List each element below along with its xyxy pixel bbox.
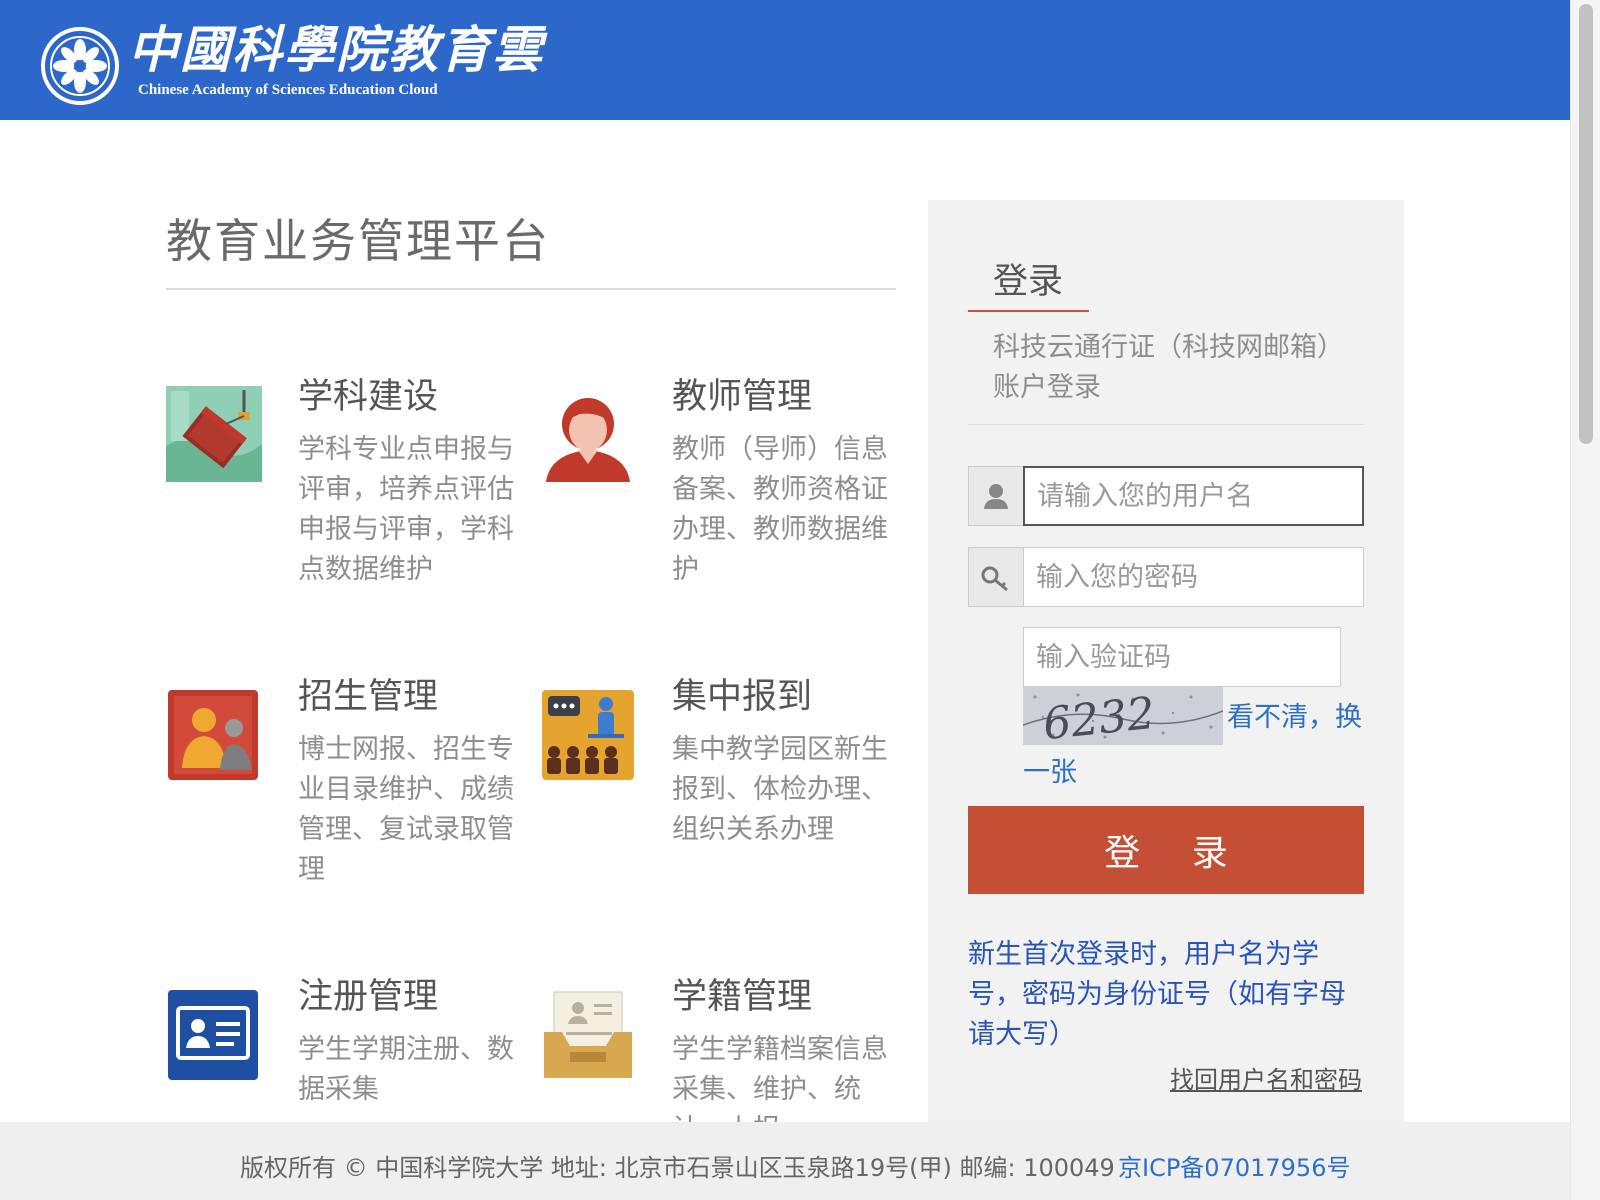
copyright-text: 版权所有 © 中国科学院大学 地址: 北京市石景山区玉泉路19号(甲) 邮编: … xyxy=(240,1154,1115,1182)
archive-tray-icon xyxy=(544,991,632,1078)
scrollbar-thumb[interactable] xyxy=(1579,4,1593,444)
login-title-underline xyxy=(968,310,1089,312)
module-title: 教师管理 xyxy=(672,377,813,417)
login-divider xyxy=(968,424,1364,425)
icp-link[interactable]: 京ICP备07017956号 xyxy=(1118,1148,1350,1183)
module-title: 集中报到 xyxy=(672,677,813,717)
classroom-icon xyxy=(542,690,634,780)
recover-credentials-link[interactable]: 找回用户名和密码 xyxy=(1170,1060,1362,1095)
logo-chinese-text: 中國科學院教育雲 xyxy=(128,20,544,79)
module-description: 学生学期注册、数据采集 xyxy=(298,1034,514,1105)
user-icon xyxy=(984,484,1008,509)
login-subtitle: 科技云通行证（科技网邮箱）账户登录 xyxy=(993,332,1331,403)
module-description: 学科专业点申报与评审，培养点评估申报与评审，学科点数据维护 xyxy=(298,434,514,585)
module-description: 集中教学园区新生报到、体检办理、组织关系办理 xyxy=(672,734,888,845)
module-description: 教师（导师）信息备案、教师资格证办理、教师数据维护 xyxy=(672,434,888,585)
first-login-notice: 新生首次登录时，用户名为学号，密码为身份证号（如有字母请大写） xyxy=(968,939,1346,1050)
username-input[interactable] xyxy=(1023,466,1364,526)
logo-english-text: Chinese Academy of Sciences Education Cl… xyxy=(138,82,438,98)
username-icon-box xyxy=(968,466,1023,526)
refresh-captcha-link-continued[interactable]: 一张 xyxy=(1023,750,1077,789)
module-description: 博士网报、招生专业目录维护、成绩管理、复试录取管理 xyxy=(298,734,514,885)
login-button[interactable]: 登 录 xyxy=(968,806,1364,894)
password-icon-box xyxy=(968,547,1023,607)
password-input[interactable] xyxy=(1023,547,1364,607)
module-title: 学科建设 xyxy=(298,377,439,417)
id-card-icon xyxy=(168,990,258,1080)
refresh-captcha-link[interactable]: 看不清，换 xyxy=(1227,695,1362,734)
captcha-image[interactable]: 6232 xyxy=(1023,687,1223,745)
page-title: 教育业务管理平台 xyxy=(166,214,550,268)
teacher-avatar-icon xyxy=(546,398,630,482)
module-title: 注册管理 xyxy=(298,977,439,1017)
title-divider xyxy=(166,288,896,290)
book-crane-icon xyxy=(166,386,262,482)
admission-people-icon xyxy=(168,690,258,780)
module-title: 招生管理 xyxy=(298,677,439,717)
captcha-input[interactable] xyxy=(1023,627,1341,687)
cas-emblem-icon xyxy=(41,27,119,105)
site-footer: 版权所有 © 中国科学院大学 地址: 北京市石景山区玉泉路19号(甲) 邮编: … xyxy=(0,1122,1570,1200)
key-icon xyxy=(981,566,1008,592)
login-title: 登录 xyxy=(993,262,1064,302)
site-header: 中國科學院教育雲 Chinese Academy of Sciences Edu… xyxy=(0,0,1570,120)
module-title: 学籍管理 xyxy=(672,977,813,1017)
